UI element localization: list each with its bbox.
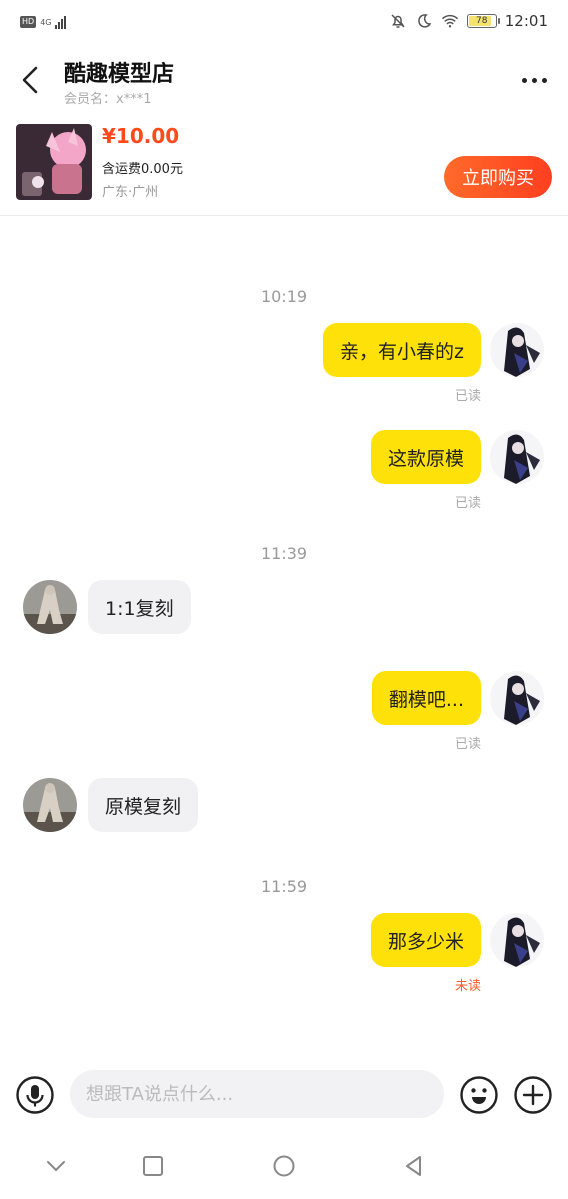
my-avatar[interactable] bbox=[490, 671, 544, 725]
system-nav-bar bbox=[0, 1138, 568, 1199]
back-triangle-icon[interactable] bbox=[400, 1152, 428, 1180]
my-avatar[interactable] bbox=[490, 913, 544, 967]
back-arrow-icon[interactable] bbox=[14, 62, 50, 98]
seller-avatar[interactable] bbox=[23, 778, 77, 832]
moon-icon bbox=[417, 14, 432, 28]
battery-level: 78 bbox=[476, 16, 488, 26]
seller-avatar[interactable] bbox=[23, 580, 77, 634]
battery-icon: 78 bbox=[466, 14, 500, 28]
more-dots-icon[interactable] bbox=[516, 62, 552, 98]
time-divider: 10:19 bbox=[260, 287, 308, 306]
unread-status: 未读 bbox=[454, 979, 481, 994]
my-message-bubble[interactable]: 这款原模 bbox=[370, 430, 481, 484]
wifi-icon bbox=[441, 14, 458, 28]
status-right: 78 12:01 bbox=[389, 12, 548, 30]
my-message-bubble[interactable]: 亲，有小春的z bbox=[323, 323, 481, 377]
member-name: 会员名：x***1 bbox=[64, 92, 152, 107]
bell-muted-icon bbox=[391, 14, 405, 28]
seller-message-bubble[interactable]: 1:1复刻 bbox=[88, 580, 191, 634]
recent-apps-icon[interactable] bbox=[139, 1152, 167, 1180]
my-message-bubble[interactable]: 翻模吧... bbox=[371, 671, 481, 725]
time-divider: 11:39 bbox=[260, 544, 308, 563]
seller-message-bubble[interactable]: 原模复刻 bbox=[88, 778, 199, 832]
read-status: 已读 bbox=[454, 496, 481, 511]
signal-icon bbox=[55, 15, 67, 29]
input-bar bbox=[0, 1066, 568, 1126]
product-card[interactable]: ¥10.00 含运费0.00元 广东·广州 立即购买 bbox=[0, 114, 568, 216]
chat-list: 10:19 亲，有小春的z 已读 这款原模 已读 11:39 1:1复刻 翻模吧… bbox=[0, 217, 568, 1057]
product-location: 广东·广州 bbox=[102, 185, 159, 200]
status-bar: HD 4G 78 12:01 bbox=[0, 0, 568, 48]
my-avatar[interactable] bbox=[490, 430, 544, 484]
message-input[interactable] bbox=[70, 1070, 444, 1118]
product-thumbnail[interactable] bbox=[16, 124, 92, 200]
time-divider: 11:59 bbox=[260, 877, 308, 896]
product-price: ¥10.00 bbox=[102, 124, 180, 148]
read-status: 已读 bbox=[454, 389, 481, 404]
shop-name[interactable]: 酷趣模型店 bbox=[64, 56, 174, 88]
microphone-icon[interactable] bbox=[15, 1075, 55, 1115]
clock: 12:01 bbox=[504, 12, 548, 30]
shipping-fee: 含运费0.00元 bbox=[102, 162, 183, 177]
network-type: 4G bbox=[40, 17, 52, 27]
status-left: HD 4G bbox=[20, 15, 67, 29]
plus-icon[interactable] bbox=[513, 1075, 553, 1115]
chat-header: 酷趣模型店 会员名：x***1 bbox=[0, 48, 568, 112]
home-icon[interactable] bbox=[270, 1152, 298, 1180]
my-message-bubble[interactable]: 那多少米 bbox=[370, 913, 481, 967]
my-avatar[interactable] bbox=[490, 323, 544, 377]
buy-now-button[interactable]: 立即购买 bbox=[444, 156, 552, 198]
read-status: 已读 bbox=[454, 737, 481, 752]
hd-badge: HD bbox=[20, 16, 37, 28]
emoji-icon[interactable] bbox=[459, 1075, 499, 1115]
chevron-down-icon[interactable] bbox=[42, 1152, 70, 1180]
